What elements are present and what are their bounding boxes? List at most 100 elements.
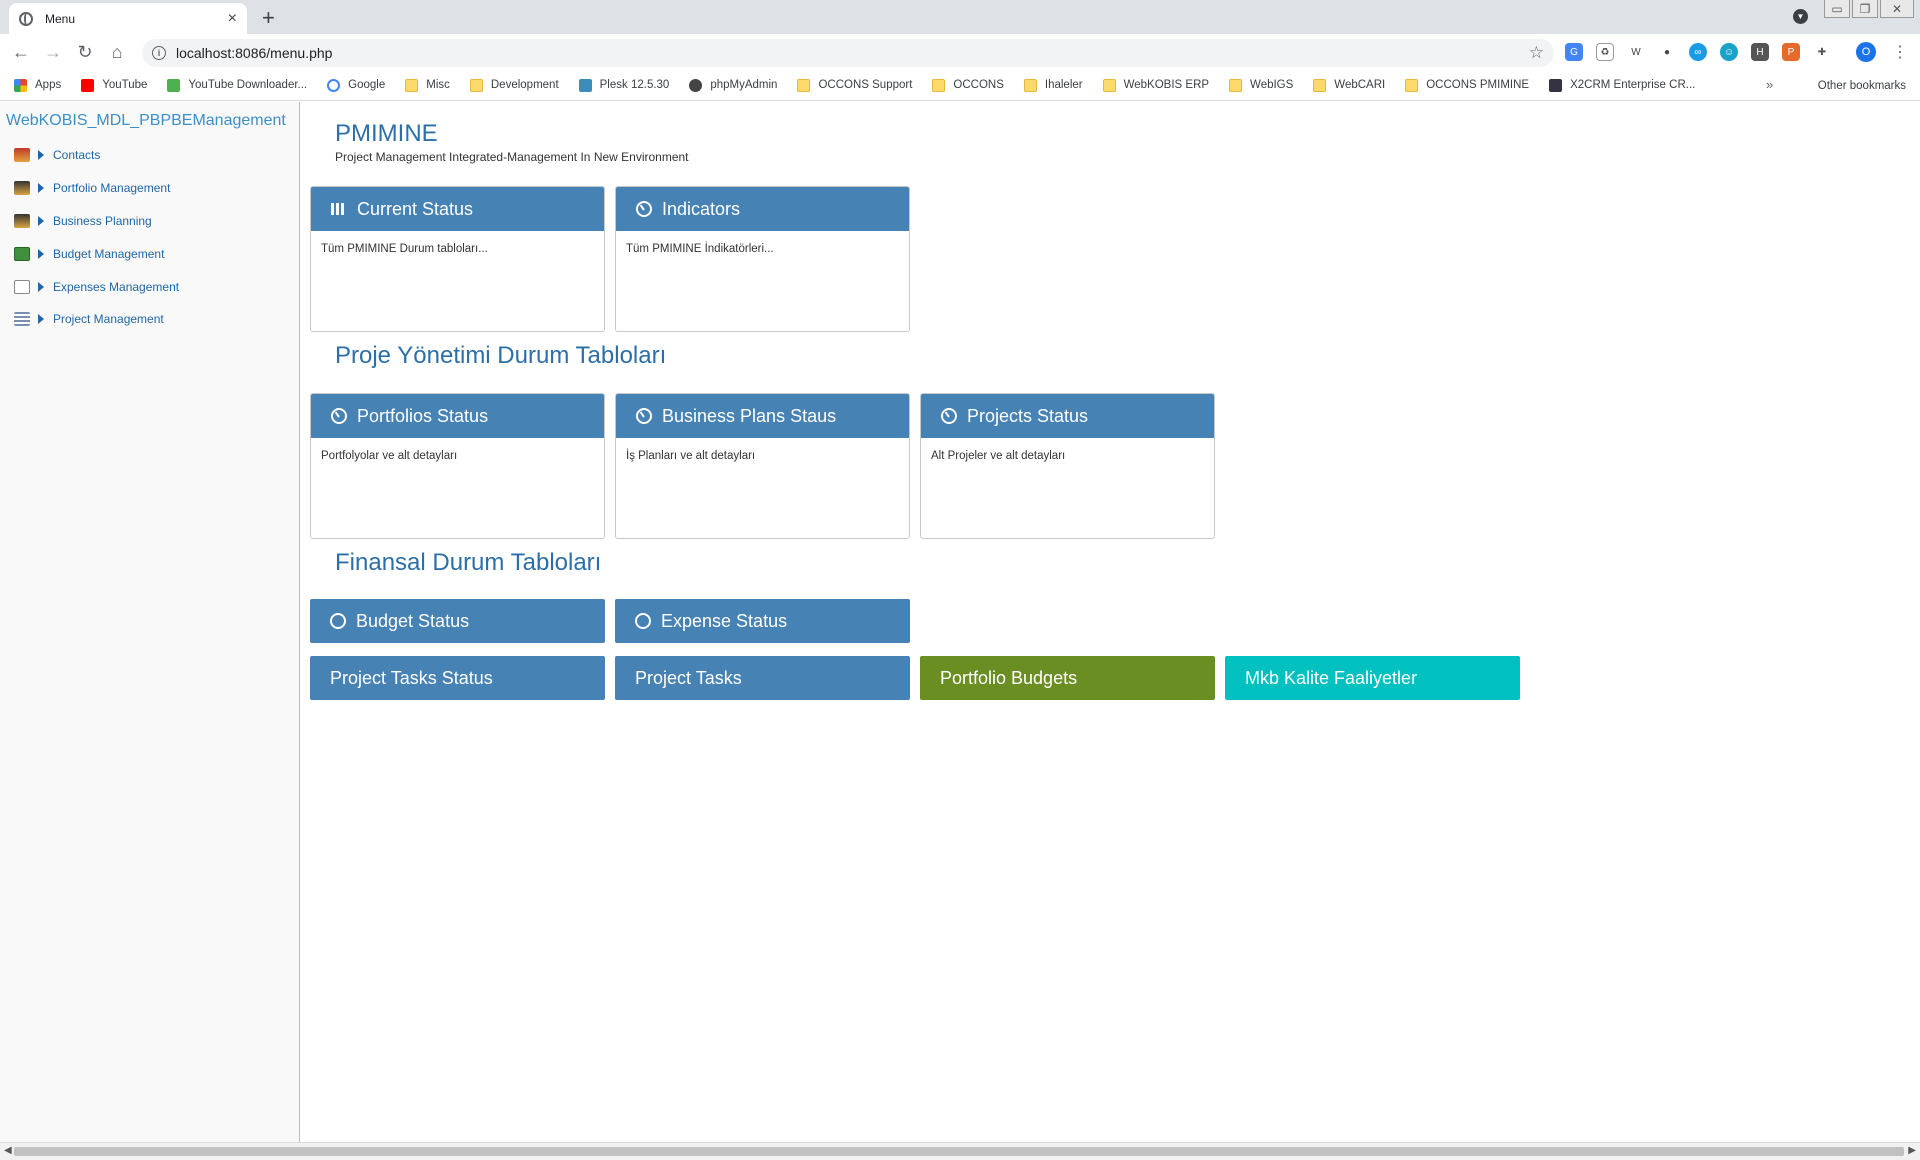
project-icon (14, 312, 30, 326)
pdf-tool-icon[interactable]: P (1782, 43, 1800, 61)
info-icon[interactable]: i (152, 46, 166, 60)
horizontal-scrollbar[interactable]: ◀ ▶ (0, 1142, 1920, 1160)
bookmark-development[interactable]: Development (469, 78, 559, 92)
infinity-icon[interactable]: ∞ (1689, 43, 1707, 61)
bookmark-webkobis-erp[interactable]: WebKOBIS ERP (1102, 78, 1209, 92)
bookmark-label: YouTube (102, 79, 148, 91)
browser-tab[interactable]: Menu × (9, 3, 247, 34)
profile-avatar[interactable]: O (1856, 42, 1876, 62)
project-tasks-status-button[interactable]: Project Tasks Status (310, 656, 605, 700)
panel-header[interactable]: Business Plans Staus (616, 394, 909, 438)
folder-icon (1023, 78, 1037, 92)
tab-search-icon[interactable]: ▼ (1793, 9, 1808, 24)
bookmark-youtube[interactable]: YouTube (81, 78, 148, 92)
sidebar-item-project-management[interactable]: Project Management (14, 312, 164, 326)
close-window-button[interactable]: ✕ (1880, 0, 1914, 18)
section-heading-financial-status: Finansal Durum Tabloları (335, 549, 602, 576)
panel-header[interactable]: Indicators (616, 187, 909, 231)
expand-arrow-icon[interactable] (38, 216, 44, 226)
other-bookmarks[interactable]: Other bookmarks (1797, 70, 1906, 101)
plesk-icon (578, 78, 592, 92)
current-status-panel[interactable]: Current Status Tüm PMIMINE Durum tablola… (310, 186, 605, 332)
bookmarks-bar: Apps YouTube YouTube Downloader... Googl… (0, 70, 1920, 101)
bookmark-google[interactable]: Google (327, 78, 385, 92)
mkb-kalite-faaliyetler-button[interactable]: Mkb Kalite Faaliyetler (1225, 656, 1520, 700)
folder-icon (1405, 78, 1419, 92)
panel-header[interactable]: Projects Status (921, 394, 1214, 438)
budget-status-button[interactable]: Budget Status (310, 599, 605, 643)
menu-kebab-icon[interactable]: ⋮ (1892, 42, 1908, 62)
panel-description: İş Planları ve alt detayları (626, 450, 756, 462)
expand-arrow-icon[interactable] (38, 314, 44, 324)
sidebar-item-budget-management[interactable]: Budget Management (14, 247, 164, 261)
home-icon[interactable]: ⌂ (106, 41, 128, 63)
bookmark-star-icon[interactable]: ☆ (1529, 43, 1544, 63)
html-tool-icon[interactable]: H (1751, 43, 1769, 61)
panel-header[interactable]: Current Status (311, 187, 604, 231)
new-tab-button[interactable]: + (262, 5, 275, 31)
bookmark-occons-pmimine[interactable]: OCCONS PMIMINE (1405, 78, 1530, 92)
page-subtitle: Project Management Integrated-Management… (335, 150, 689, 164)
extensions-puzzle-icon[interactable]: ✚ (1813, 43, 1831, 61)
table-icon (331, 203, 345, 215)
map-pin-icon[interactable]: ● (1658, 43, 1676, 61)
scrollbar-thumb[interactable] (14, 1147, 1904, 1156)
expand-arrow-icon[interactable] (38, 282, 44, 292)
browser-toolbar: ← → ↻ ⌂ i localhost:8086/menu.php ☆ G ♻ … (0, 34, 1920, 70)
panel-header[interactable]: Portfolios Status (311, 394, 604, 438)
bookmark-webcari[interactable]: WebCARI (1313, 78, 1385, 92)
bookmark-occons-support[interactable]: OCCONS Support (797, 78, 912, 92)
bookmark-plesk[interactable]: Plesk 12.5.30 (578, 78, 669, 92)
minimize-button[interactable]: ▭ (1824, 0, 1850, 18)
scroll-left-arrow-icon[interactable]: ◀ (4, 1145, 12, 1156)
bookmark-label: OCCONS PMIMINE (1426, 79, 1530, 91)
x2crm-icon (1549, 78, 1563, 92)
bookmark-youtube-downloader[interactable]: YouTube Downloader... (167, 78, 307, 92)
portfolio-budgets-button[interactable]: Portfolio Budgets (920, 656, 1215, 700)
projects-status-panel[interactable]: Projects Status Alt Projeler ve alt deta… (920, 393, 1215, 539)
face-icon[interactable]: ☺ (1720, 43, 1738, 61)
expand-arrow-icon[interactable] (38, 150, 44, 160)
address-bar[interactable]: i localhost:8086/menu.php ☆ (142, 39, 1554, 67)
business-plans-status-panel[interactable]: Business Plans Staus İş Planları ve alt … (615, 393, 910, 539)
wikipedia-icon[interactable]: W (1627, 43, 1645, 61)
sidebar-item-portfolio-management[interactable]: Portfolio Management (14, 181, 170, 195)
portfolios-status-panel[interactable]: Portfolios Status Portfolyolar ve alt de… (310, 393, 605, 539)
bookmark-phpmyadmin[interactable]: phpMyAdmin (689, 78, 778, 92)
sidebar-item-label: Contacts (53, 148, 101, 162)
app-title[interactable]: WebKOBIS_MDL_PBPBEManagement (6, 112, 286, 130)
back-arrow-icon[interactable]: ← (10, 41, 32, 63)
bookmark-webigs[interactable]: WebIGS (1229, 78, 1294, 92)
url-text[interactable]: localhost:8086/menu.php (176, 45, 1529, 61)
recycle-icon[interactable]: ♻ (1596, 43, 1614, 61)
sidebar-item-contacts[interactable]: Contacts (14, 148, 100, 162)
bookmark-label: WebIGS (1250, 79, 1294, 91)
project-tasks-button[interactable]: Project Tasks (615, 656, 910, 700)
bookmark-label: Apps (35, 79, 62, 91)
dashboard-gauge-icon (941, 408, 957, 424)
bookmark-ihaleler[interactable]: Ihaleler (1023, 78, 1083, 92)
tile-title: Expense Status (661, 610, 788, 631)
indicators-panel[interactable]: Indicators Tüm PMIMINE İndikatörleri... (615, 186, 910, 332)
restore-button[interactable]: ❐ (1852, 0, 1878, 18)
browser-tab-bar: Menu × + ▼ ▭ ❐ ✕ (0, 0, 1920, 34)
bookmark-x2crm[interactable]: X2CRM Enterprise CR... (1549, 78, 1695, 92)
forward-arrow-icon[interactable]: → (42, 41, 64, 63)
translate-icon[interactable]: G (1565, 43, 1583, 61)
panel-title: Indicators (662, 198, 741, 219)
youtube-icon (81, 78, 95, 92)
bookmark-label: phpMyAdmin (710, 79, 778, 91)
sidebar-item-expenses-management[interactable]: Expenses Management (14, 280, 179, 294)
bookmark-occons[interactable]: OCCONS (932, 78, 1004, 92)
sidebar-item-business-planning[interactable]: Business Planning (14, 214, 152, 228)
dashboard-gauge-icon (636, 408, 652, 424)
reload-icon[interactable]: ↻ (74, 41, 96, 63)
expense-status-button[interactable]: Expense Status (615, 599, 910, 643)
expand-arrow-icon[interactable] (38, 183, 44, 193)
expand-arrow-icon[interactable] (38, 249, 44, 259)
close-tab-icon[interactable]: × (228, 10, 237, 28)
scroll-right-arrow-icon[interactable]: ▶ (1908, 1145, 1916, 1156)
bookmarks-overflow-button[interactable]: » (1766, 77, 1773, 92)
bookmark-misc[interactable]: Misc (405, 78, 450, 92)
bookmark-apps[interactable]: Apps (14, 78, 62, 92)
